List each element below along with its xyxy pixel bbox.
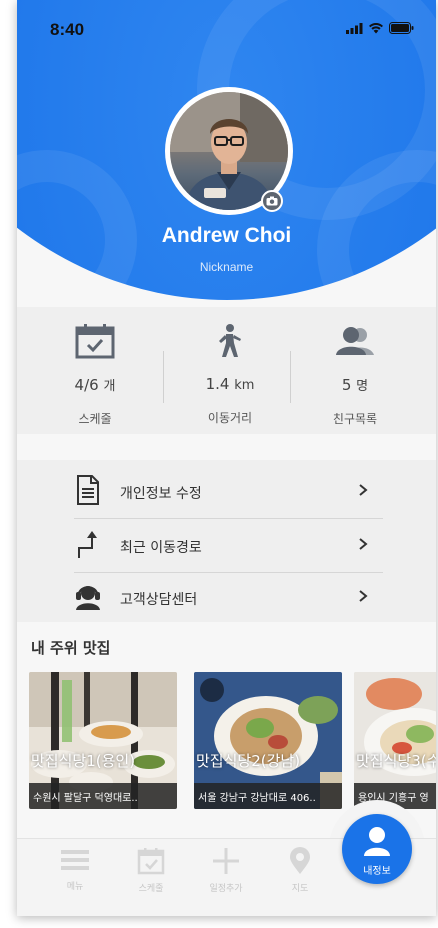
section-title-restaurants: 내 주위 맛집	[31, 639, 111, 657]
battery-icon	[389, 22, 414, 34]
stat-schedule-label: 스케줄	[78, 412, 112, 426]
plus-icon	[213, 848, 239, 874]
stat-friends[interactable]: 5 명 친구목록	[285, 321, 425, 431]
hamburger-menu-icon	[61, 850, 89, 870]
tab-menu-label: 메뉴	[66, 882, 84, 892]
menu-label-customer-center: 고객상담센터	[120, 592, 198, 608]
stat-schedule[interactable]: 4/6 개 스케줄	[25, 321, 165, 431]
restaurant-card-address: 서울 강남구 강남대로 406..	[198, 793, 316, 804]
stat-friends-value: 5	[341, 376, 352, 394]
wifi-icon	[369, 23, 383, 34]
tab-menu[interactable]: 메뉴	[45, 847, 105, 892]
app-screen: 8:40 Andrew Choi Nickname 4/6 개 스케줄 1.4 …	[17, 0, 436, 916]
profile-header: 8:40 Andrew Choi Nickname	[17, 0, 436, 305]
restaurant-card-title: 맛집식당2(강남)	[196, 752, 301, 770]
menu-list: 개인정보 수정 최근 이동경로 고객상담센터	[17, 460, 436, 622]
calendar-check-icon	[75, 324, 115, 359]
menu-label-recent-route: 최근 이동경로	[120, 540, 202, 556]
restaurant-card[interactable]: 맛집식당1(용인) 수원시 팔달구 덕영대로..	[29, 672, 177, 809]
route-arrow-icon	[78, 531, 97, 558]
tab-schedule[interactable]: 스케줄	[121, 847, 181, 894]
menu-label-edit-profile: 개인정보 수정	[120, 486, 202, 502]
restaurant-card[interactable]: 맛집식당3(수 용인시 기흥구 영	[354, 672, 436, 809]
restaurant-carousel[interactable]: 맛집식당1(용인) 수원시 팔달구 덕영대로.. 맛집식당2(강남) 서울 강남…	[29, 672, 436, 812]
tab-my-info-label: 내정보	[363, 866, 391, 877]
stat-schedule-value: 4/6	[74, 376, 99, 394]
stat-distance[interactable]: 1.4 km 이동거리	[160, 321, 300, 431]
profile-nickname: Nickname	[199, 260, 254, 274]
tab-map[interactable]: 지도	[270, 847, 330, 894]
menu-item-recent-route[interactable]: 최근 이동경로	[17, 518, 436, 572]
calendar-icon	[137, 848, 165, 875]
restaurant-card-title: 맛집식당1(용인)	[31, 752, 136, 770]
stats-panel: 4/6 개 스케줄 1.4 km 이동거리 5 명 친구목록	[17, 307, 436, 434]
stat-distance-label: 이동거리	[207, 411, 253, 425]
tab-add-schedule[interactable]: 일정추가	[196, 847, 256, 894]
document-icon	[77, 475, 99, 505]
restaurant-card[interactable]: 맛집식당2(강남) 서울 강남구 강남대로 406..	[194, 672, 342, 809]
chevron-right-icon	[359, 590, 368, 602]
menu-item-edit-profile[interactable]: 개인정보 수정	[17, 464, 436, 518]
profile-name: Andrew Choi	[161, 224, 292, 247]
menu-item-customer-center[interactable]: 고객상담센터	[17, 570, 436, 624]
stat-distance-value: 1.4	[205, 375, 230, 393]
chevron-right-icon	[359, 538, 368, 550]
map-pin-icon	[290, 847, 310, 874]
restaurant-card-title: 맛집식당3(수	[356, 752, 436, 770]
camera-icon[interactable]	[261, 190, 283, 212]
restaurant-card-address: 수원시 팔달구 덕영대로..	[33, 793, 138, 804]
status-bar: 8:40	[17, 0, 436, 56]
chevron-right-icon	[359, 484, 368, 496]
tab-add-schedule-label: 일정추가	[209, 884, 243, 894]
status-time: 8:40	[50, 20, 85, 39]
user-icon	[364, 827, 390, 856]
tab-schedule-label: 스케줄	[138, 884, 164, 894]
headset-support-icon	[76, 586, 100, 610]
stat-friends-label: 친구목록	[332, 412, 378, 426]
walking-person-icon	[219, 324, 241, 357]
friends-icon	[336, 327, 374, 355]
signal-icon	[346, 22, 363, 34]
tab-my-info[interactable]: 내정보	[342, 814, 412, 884]
tab-map-label: 지도	[291, 884, 309, 894]
